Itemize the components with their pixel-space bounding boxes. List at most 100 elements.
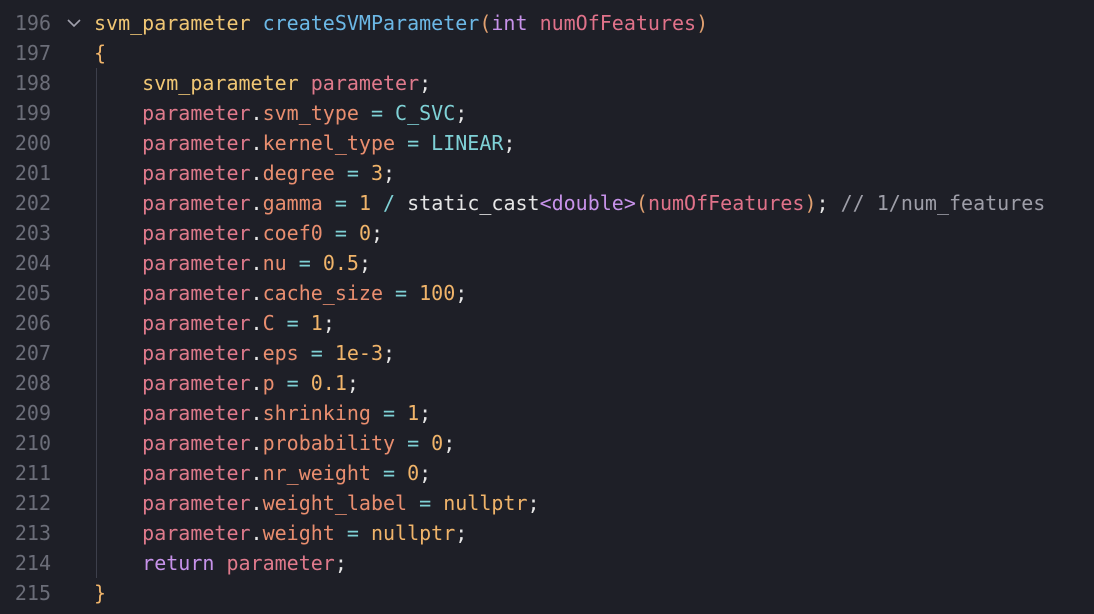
code-token: 1 (310, 311, 323, 335)
code-line[interactable]: 212 parameter.weight_label = nullptr; (0, 488, 1094, 518)
code-token: . (250, 461, 263, 485)
code-line[interactable]: 209 parameter.shrinking = 1; (0, 398, 1094, 428)
code-token: ; (383, 161, 396, 185)
line-number: 210 (14, 431, 51, 455)
code-token: ; (419, 71, 432, 95)
chevron-down-icon[interactable] (66, 8, 82, 29)
code-line[interactable]: 211 parameter.nr_weight = 0; (0, 458, 1094, 488)
code-token: } (94, 581, 107, 605)
code-token: 1 (358, 191, 371, 215)
code-token: int (491, 11, 528, 35)
code-token: . (250, 251, 263, 275)
code-token: . (250, 281, 263, 305)
code-token: nullptr (370, 521, 456, 545)
code-text: } (94, 578, 106, 608)
code-token: = (383, 281, 420, 305)
code-line[interactable]: 196 svm_parameter createSVMParameter(int … (0, 8, 1094, 38)
code-token: = (286, 251, 323, 275)
code-token: parameter (142, 251, 251, 275)
code-line[interactable]: 214 return parameter; (0, 548, 1094, 578)
code-line[interactable]: 198 svm_parameter parameter; (0, 68, 1094, 98)
code-token: numOfFeatures (647, 191, 805, 215)
code-line[interactable]: 203 parameter.coef0 = 0; (0, 218, 1094, 248)
code-line[interactable]: 208 parameter.p = 0.1; (0, 368, 1094, 398)
code-token: ; (322, 311, 335, 335)
code-token: weight (262, 521, 335, 545)
code-line[interactable]: 197 { (0, 38, 1094, 68)
code-text: parameter.nu = 0.5; (94, 248, 371, 278)
code-token: parameter (310, 71, 420, 95)
code-token: = (395, 431, 432, 455)
code-token: = (334, 521, 371, 545)
code-line[interactable]: 207 parameter.eps = 1e-3; (0, 338, 1094, 368)
code-token: 1e-3 (334, 341, 384, 365)
code-token: ; (816, 191, 829, 215)
code-token: ; (419, 461, 432, 485)
code-token: . (250, 491, 263, 515)
code-text: return parameter; (94, 548, 347, 578)
code-token: weight_label (262, 491, 408, 515)
code-token: parameter (142, 371, 251, 395)
code-token: ; (503, 131, 516, 155)
line-number: 213 (14, 521, 51, 545)
code-token: . (250, 221, 263, 245)
code-text: svm_parameter createSVMParameter(int num… (94, 8, 708, 38)
code-token: parameter (142, 401, 251, 425)
code-token: = (322, 191, 359, 215)
code-line[interactable]: 201 parameter.degree = 3; (0, 158, 1094, 188)
code-token: parameter (142, 191, 251, 215)
code-token: parameter (142, 491, 251, 515)
code-token: ; (346, 371, 359, 395)
code-token: shrinking (262, 401, 371, 425)
code-token: ; (419, 401, 432, 425)
code-token: . (250, 101, 263, 125)
code-token: LINEAR (431, 131, 504, 155)
code-token: ; (370, 221, 384, 245)
code-token: coef0 (262, 221, 323, 245)
code-line[interactable]: 205 parameter.cache_size = 100; (0, 278, 1094, 308)
code-line[interactable]: 204 parameter.nu = 0.5; (0, 248, 1094, 278)
line-number: 206 (14, 311, 51, 335)
code-editor[interactable]: 196 svm_parameter createSVMParameter(int … (0, 0, 1094, 614)
code-token: . (250, 341, 263, 365)
code-token: ; (455, 281, 468, 305)
code-token: = (322, 221, 359, 245)
code-text: parameter.p = 0.1; (94, 368, 359, 398)
code-token: . (250, 401, 263, 425)
code-token: eps (262, 341, 299, 365)
line-number: 211 (14, 461, 51, 485)
code-token: . (250, 191, 263, 215)
code-line[interactable]: 202 parameter.gamma = 1 / static_cast<do… (0, 188, 1094, 218)
code-token: ; (455, 101, 468, 125)
code-token: = (370, 401, 408, 425)
code-text: parameter.nr_weight = 0; (94, 458, 431, 488)
code-token: 0 (431, 431, 444, 455)
code-line[interactable]: 215} (0, 578, 1094, 608)
line-number: 196 (14, 11, 51, 35)
code-line[interactable]: 199 parameter.svm_type = C_SVC; (0, 98, 1094, 128)
line-number: 199 (14, 101, 51, 125)
code-token: parameter (142, 311, 251, 335)
line-number: 207 (14, 341, 51, 365)
code-token: // 1/num_features (828, 191, 1046, 215)
code-line[interactable]: 206 parameter.C = 1; (0, 308, 1094, 338)
code-text: { (94, 38, 106, 68)
code-token: ( (635, 191, 648, 215)
code-token: 1 (407, 401, 420, 425)
code-token: 100 (419, 281, 456, 305)
line-number: 208 (14, 371, 51, 395)
code-line[interactable]: 213 parameter.weight = nullptr; (0, 518, 1094, 548)
code-token: 0 (407, 461, 420, 485)
code-text: parameter.eps = 1e-3; (94, 338, 395, 368)
code-text: parameter.C = 1; (94, 308, 335, 338)
code-line[interactable]: 200 parameter.kernel_type = LINEAR; (0, 128, 1094, 158)
code-line[interactable]: 210 parameter.probability = 0; (0, 428, 1094, 458)
